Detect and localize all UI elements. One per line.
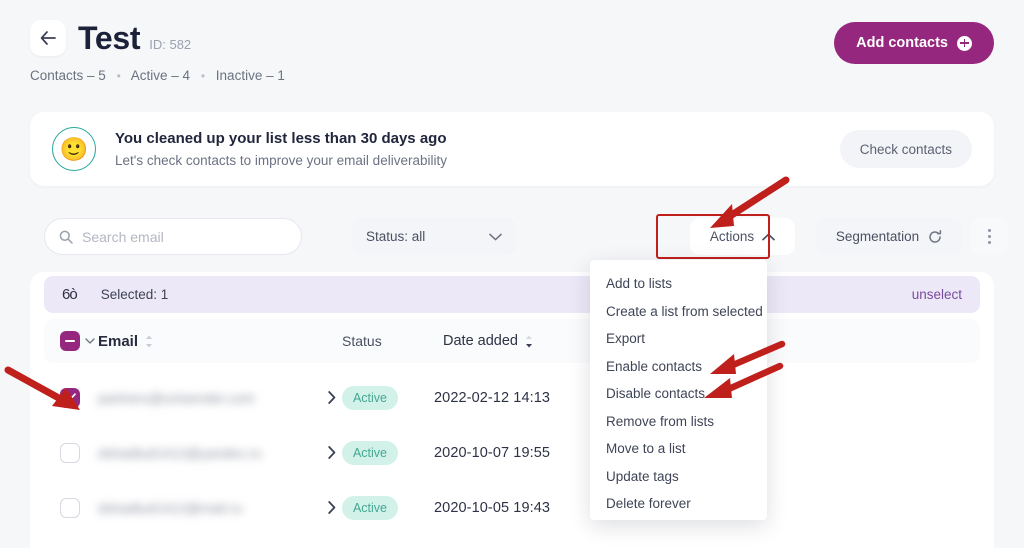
search-box[interactable] xyxy=(44,218,302,255)
table-row[interactable]: dshadlud1412@yandex.ru Active 2020-10-07… xyxy=(44,425,980,480)
smiley-icon: 🙂 xyxy=(52,127,96,171)
column-label-status: Status xyxy=(342,333,382,349)
stat-active: Active – 4 xyxy=(130,68,191,83)
status-filter-label: Status: all xyxy=(366,229,426,244)
status-badge: Active xyxy=(342,440,398,465)
check-contacts-button[interactable]: Check contacts xyxy=(839,130,972,168)
actions-button[interactable]: Actions xyxy=(690,218,795,255)
menu-item-delete-forever[interactable]: Delete forever xyxy=(590,490,767,518)
segmentation-button[interactable]: Segmentation xyxy=(816,218,962,255)
row-email-cell: partners@unisender.com xyxy=(98,390,342,406)
row-email-cell: dshadlud1412@mail.ru xyxy=(98,500,342,516)
actions-dropdown-menu: Add to lists Create a list from selected… xyxy=(590,260,767,520)
status-filter-select[interactable]: Status: all xyxy=(352,218,516,255)
page-title: Test xyxy=(78,20,141,56)
row-checkbox-checked[interactable] xyxy=(60,387,80,408)
menu-item-add-to-lists[interactable]: Add to lists xyxy=(590,270,767,298)
status-badge: Active xyxy=(342,495,398,520)
list-id: ID: 582 xyxy=(149,37,192,52)
select-all-checkbox[interactable] xyxy=(60,331,80,351)
contacts-page: Test ID: 582 Contacts – 5 • Active – 4 •… xyxy=(0,0,1024,548)
add-contacts-button[interactable]: Add contacts xyxy=(834,22,994,64)
stat-separator-2: • xyxy=(200,69,206,83)
search-icon xyxy=(59,230,73,244)
column-label-email: Email xyxy=(98,332,139,350)
row-email: dshadlud1412@yandex.ru xyxy=(98,444,262,461)
menu-item-move-to-a-list[interactable]: Move to a list xyxy=(590,435,767,463)
sort-arrows-icon[interactable] xyxy=(145,335,153,348)
more-options-button[interactable] xyxy=(971,218,1008,255)
page-header: Test ID: 582 Contacts – 5 • Active – 4 •… xyxy=(0,0,1024,96)
more-vertical-icon xyxy=(988,228,991,245)
unselect-button[interactable]: unselect xyxy=(912,287,962,302)
refresh-icon xyxy=(929,229,942,243)
chevron-down-icon xyxy=(489,233,502,240)
row-date-added: 2022-02-12 14:13 xyxy=(434,389,551,406)
menu-item-disable-contacts[interactable]: Disable contacts xyxy=(590,380,767,408)
chevron-right-icon[interactable] xyxy=(328,501,336,514)
arrow-left-icon xyxy=(40,31,56,45)
chevron-down-icon[interactable] xyxy=(85,338,95,344)
banner-title: You cleaned up your list less than 30 da… xyxy=(115,129,447,147)
stat-contacts: Contacts – 5 xyxy=(30,68,106,83)
check-icon xyxy=(64,393,76,402)
menu-item-export[interactable]: Export xyxy=(590,325,767,353)
menu-item-update-tags[interactable]: Update tags xyxy=(590,463,767,491)
status-badge: Active xyxy=(342,385,398,410)
search-input[interactable] xyxy=(82,228,282,245)
chevron-right-icon[interactable] xyxy=(328,391,336,404)
chevron-right-icon[interactable] xyxy=(328,446,336,459)
row-date-added: 2020-10-05 19:43 xyxy=(434,499,551,516)
smiley-glyph: 🙂 xyxy=(59,135,89,162)
chevron-up-icon xyxy=(762,233,775,240)
back-button[interactable] xyxy=(30,20,66,56)
column-header-date-added[interactable]: Date added xyxy=(443,333,533,349)
row-select-cell[interactable] xyxy=(44,442,98,463)
row-email-cell: dshadlud1412@yandex.ru xyxy=(98,445,342,461)
stat-inactive: Inactive – 1 xyxy=(215,68,285,83)
plus-circle-icon xyxy=(957,35,972,51)
menu-item-enable-contacts[interactable]: Enable contacts xyxy=(590,353,767,381)
row-checkbox[interactable] xyxy=(60,497,80,518)
column-label-date-added: Date added xyxy=(443,333,518,349)
selected-count-label: Selected: 1 xyxy=(100,287,169,302)
list-toolbar: Status: all Actions Segmentation xyxy=(30,204,1008,270)
add-contacts-label: Add contacts xyxy=(856,35,948,51)
title-row: Test ID: 582 xyxy=(78,18,191,58)
select-all-cell[interactable] xyxy=(44,331,98,351)
row-select-cell[interactable] xyxy=(44,497,98,518)
glasses-icon: 6ò xyxy=(62,286,78,303)
banner-subtitle: Let's check contacts to improve your ema… xyxy=(115,152,447,168)
column-header-email[interactable]: Email xyxy=(98,333,342,350)
menu-item-remove-from-lists[interactable]: Remove from lists xyxy=(590,408,767,436)
row-date-added: 2020-10-07 19:55 xyxy=(434,444,551,461)
contacts-table: 6ò Selected: 1 unselect Email Status Dat… xyxy=(30,272,994,548)
row-checkbox[interactable] xyxy=(60,442,80,463)
row-email: dshadlud1412@mail.ru xyxy=(98,499,243,516)
stat-separator-1: • xyxy=(116,69,121,83)
segmentation-label: Segmentation xyxy=(835,229,920,244)
row-email: partners@unisender.com xyxy=(98,389,255,406)
table-header-row: Email Status Date added xyxy=(44,319,980,363)
list-stats: Contacts – 5 • Active – 4 • Inactive – 1 xyxy=(30,68,285,83)
banner-text: You cleaned up your list less than 30 da… xyxy=(115,128,447,171)
column-header-status: Status xyxy=(342,333,407,349)
row-select-cell[interactable] xyxy=(44,387,98,408)
menu-item-create-list-from-selected[interactable]: Create a list from selected xyxy=(590,298,767,326)
selection-bar: 6ò Selected: 1 unselect xyxy=(44,276,980,313)
cleanup-banner: 🙂 You cleaned up your list less than 30 … xyxy=(30,112,994,186)
table-row[interactable]: partners@unisender.com Active 2022-02-12… xyxy=(44,370,980,425)
actions-label: Actions xyxy=(709,229,755,244)
table-row[interactable]: dshadlud1412@mail.ru Active 2020-10-05 1… xyxy=(44,480,980,535)
sort-arrows-icon[interactable] xyxy=(525,335,533,348)
